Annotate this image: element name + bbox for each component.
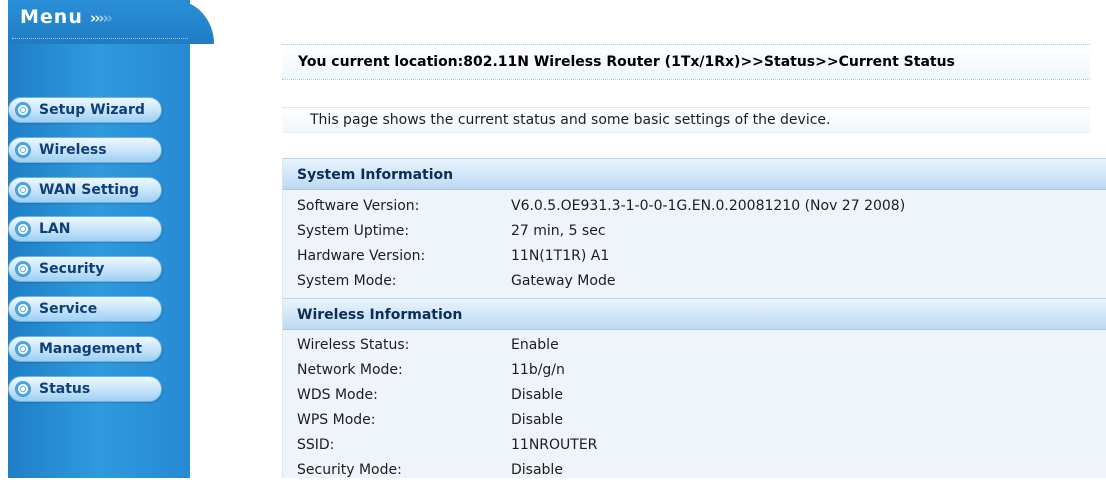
- status-panel: System Information Software Version: V6.…: [282, 158, 1106, 478]
- row-value: 11N(1T1R) A1: [511, 248, 610, 264]
- section-header-system-information: System Information: [283, 158, 1106, 190]
- info-row: Wireless Status: Enable: [283, 334, 1106, 359]
- row-value: 11NROUTER: [511, 437, 598, 453]
- sidebar-item-label: Security: [39, 261, 105, 277]
- bullet-icon: [15, 261, 31, 277]
- menu-divider: [12, 38, 188, 39]
- row-label: SSID:: [297, 437, 335, 453]
- bullet-icon: [15, 381, 31, 397]
- row-value: Gateway Mode: [511, 273, 616, 289]
- info-row: Network Mode: 11b/g/n: [283, 359, 1106, 384]
- sidebar-item-wan-setting[interactable]: WAN Setting: [8, 177, 162, 203]
- breadcrumb: You current location:802.11N Wireless Ro…: [282, 44, 1090, 80]
- bullet-icon: [15, 341, 31, 357]
- info-row: Security Mode: Disable: [283, 459, 1106, 484]
- row-label: Security Mode:: [297, 462, 402, 478]
- bullet-icon: [15, 221, 31, 237]
- section-title: System Information: [297, 167, 454, 183]
- chevrons-right-icon: ›››››: [90, 9, 113, 27]
- sidebar-item-label: Setup Wizard: [39, 102, 145, 118]
- sidebar-item-label: Management: [39, 341, 143, 357]
- page-description-text: This page shows the current status and s…: [310, 112, 831, 128]
- sidebar-item-label: Status: [39, 381, 91, 397]
- sidebar-item-label: Wireless: [39, 142, 107, 158]
- row-label: WDS Mode:: [297, 387, 378, 403]
- row-value: Disable: [511, 387, 563, 403]
- bullet-icon: [15, 102, 31, 118]
- row-value: Disable: [511, 462, 563, 478]
- sidebar-item-setup-wizard[interactable]: Setup Wizard: [8, 97, 162, 123]
- sidebar-item-label: Service: [39, 301, 98, 317]
- sidebar-item-management[interactable]: Management: [8, 336, 162, 362]
- info-row: Hardware Version: 11N(1T1R) A1: [283, 245, 1106, 270]
- info-row: SSID: 11NROUTER: [283, 434, 1106, 459]
- info-row: System Uptime: 27 min, 5 sec: [283, 220, 1106, 245]
- section-header-wireless-information: Wireless Information: [283, 298, 1106, 330]
- sidebar-item-status[interactable]: Status: [8, 376, 162, 402]
- row-value: 11b/g/n: [511, 362, 565, 378]
- row-label: Hardware Version:: [297, 248, 426, 264]
- sidebar-item-lan[interactable]: LAN: [8, 216, 162, 242]
- menu-title: Menu: [20, 6, 83, 28]
- row-label: System Uptime:: [297, 223, 410, 239]
- row-label: Wireless Status:: [297, 337, 410, 353]
- row-label: Software Version:: [297, 198, 420, 214]
- section-title: Wireless Information: [297, 307, 463, 323]
- info-row: Software Version: V6.0.5.OE931.3-1-0-0-1…: [283, 195, 1106, 220]
- info-row: System Mode: Gateway Mode: [283, 270, 1106, 295]
- row-label: WPS Mode:: [297, 412, 376, 428]
- info-row: WDS Mode: Disable: [283, 384, 1106, 409]
- page-description: This page shows the current status and s…: [282, 107, 1090, 133]
- sidebar-item-wireless[interactable]: Wireless: [8, 137, 162, 163]
- sidebar-item-label: LAN: [39, 221, 71, 237]
- sidebar-item-service[interactable]: Service: [8, 296, 162, 322]
- breadcrumb-text: You current location:802.11N Wireless Ro…: [298, 54, 955, 70]
- row-value: Enable: [511, 337, 559, 353]
- bullet-icon: [15, 301, 31, 317]
- info-row: WPS Mode: Disable: [283, 409, 1106, 434]
- row-label: Network Mode:: [297, 362, 403, 378]
- row-label: System Mode:: [297, 273, 397, 289]
- bullet-icon: [15, 182, 31, 198]
- row-value: Disable: [511, 412, 563, 428]
- row-value: V6.0.5.OE931.3-1-0-0-1G.EN.0.20081210 (N…: [511, 198, 906, 214]
- sidebar-item-label: WAN Setting: [39, 182, 139, 198]
- bullet-icon: [15, 142, 31, 158]
- row-value: 27 min, 5 sec: [511, 223, 606, 239]
- sidebar-item-security[interactable]: Security: [8, 256, 162, 282]
